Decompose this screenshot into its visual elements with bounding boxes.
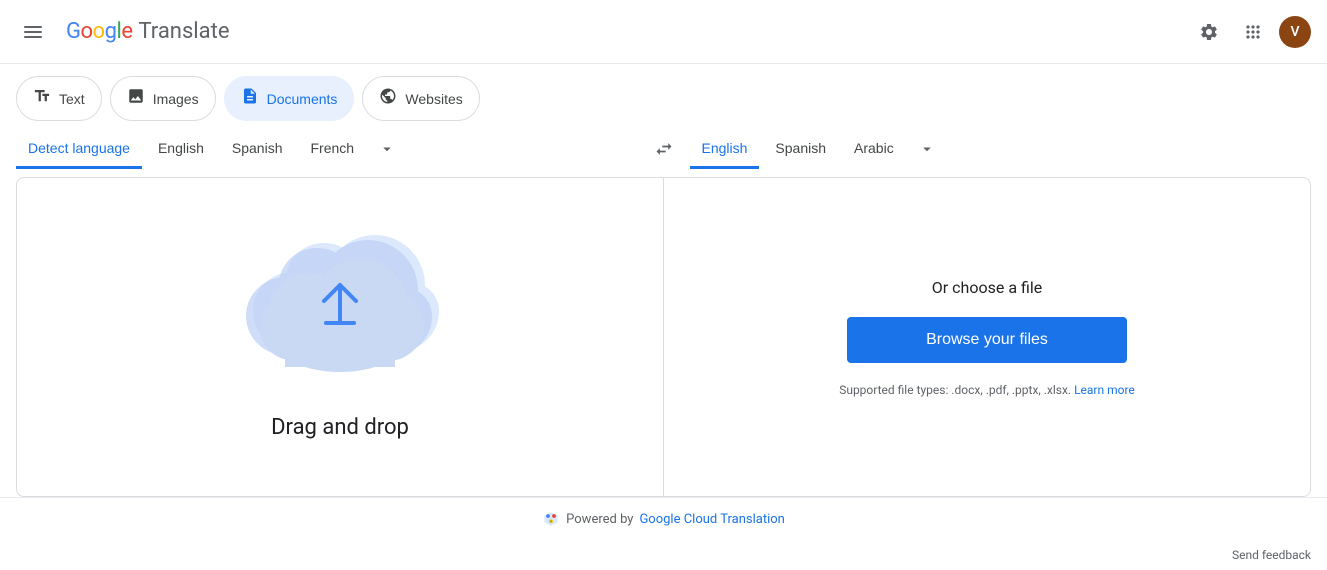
tab-websites[interactable]: Websites — [362, 76, 479, 121]
source-lang-detect[interactable]: Detect language — [16, 130, 142, 169]
choose-area: Or choose a file Browse your files Suppo… — [664, 178, 1310, 496]
tab-documents-label: Documents — [267, 91, 338, 107]
supported-types-text: Supported file types: .docx, .pdf, .pptx… — [839, 383, 1135, 397]
language-selector-section: Detect language English Spanish French E… — [0, 129, 1327, 169]
logo-text: Google — [66, 19, 132, 44]
documents-tab-icon — [241, 87, 259, 110]
tab-documents[interactable]: Documents — [224, 76, 355, 121]
cloud-icon-wrapper — [240, 235, 440, 395]
feedback-bar: Send feedback — [0, 540, 1327, 570]
source-lang-row: Detect language English Spanish French — [16, 129, 638, 169]
google-cloud-translation-link[interactable]: Google Cloud Translation — [639, 512, 784, 527]
tab-text-label: Text — [59, 91, 85, 107]
translate-area: Drag and drop Or choose a file Browse yo… — [16, 177, 1311, 497]
target-lang-more-button[interactable] — [910, 130, 944, 168]
app-logo[interactable]: Google Translate — [66, 19, 229, 44]
tab-images[interactable]: Images — [110, 76, 216, 121]
header-right: V — [1191, 14, 1311, 50]
drag-drop-text: Drag and drop — [271, 415, 409, 440]
hamburger-menu-button[interactable] — [16, 18, 50, 46]
source-lang-spanish[interactable]: Spanish — [220, 130, 295, 169]
source-lang-english[interactable]: English — [146, 130, 216, 169]
text-tab-icon — [33, 87, 51, 110]
tab-websites-label: Websites — [405, 91, 462, 107]
powered-by-text: Powered by — [566, 512, 633, 527]
tab-images-label: Images — [153, 91, 199, 107]
header: Google Translate V — [0, 0, 1327, 64]
header-left: Google Translate — [16, 18, 229, 46]
target-lang-arabic[interactable]: Arabic — [842, 130, 906, 169]
avatar[interactable]: V — [1279, 16, 1311, 48]
learn-more-link[interactable]: Learn more — [1074, 383, 1135, 397]
websites-tab-icon — [379, 87, 397, 110]
tab-text[interactable]: Text — [16, 76, 102, 121]
gcp-logo-icon — [542, 510, 560, 528]
target-lang-english[interactable]: English — [690, 130, 760, 169]
drop-zone[interactable]: Drag and drop — [17, 178, 664, 496]
images-tab-icon — [127, 87, 145, 110]
logo-translate-text: Translate — [138, 19, 229, 44]
source-lang-more-button[interactable] — [370, 130, 404, 168]
cloud-icon — [240, 235, 440, 380]
apps-button[interactable] — [1235, 14, 1271, 50]
powered-by-footer: Powered by Google Cloud Translation — [0, 497, 1327, 540]
send-feedback-link[interactable]: Send feedback — [1232, 548, 1311, 562]
mode-tabs: Text Images Documents Websites — [0, 64, 1327, 121]
swap-languages-button[interactable] — [638, 129, 690, 169]
target-lang-row: English Spanish Arabic — [690, 129, 1312, 169]
target-lang-spanish[interactable]: Spanish — [763, 130, 838, 169]
browse-files-button[interactable]: Browse your files — [847, 317, 1127, 363]
choose-title: Or choose a file — [932, 278, 1042, 297]
source-lang-french[interactable]: French — [298, 130, 366, 169]
settings-button[interactable] — [1191, 14, 1227, 50]
